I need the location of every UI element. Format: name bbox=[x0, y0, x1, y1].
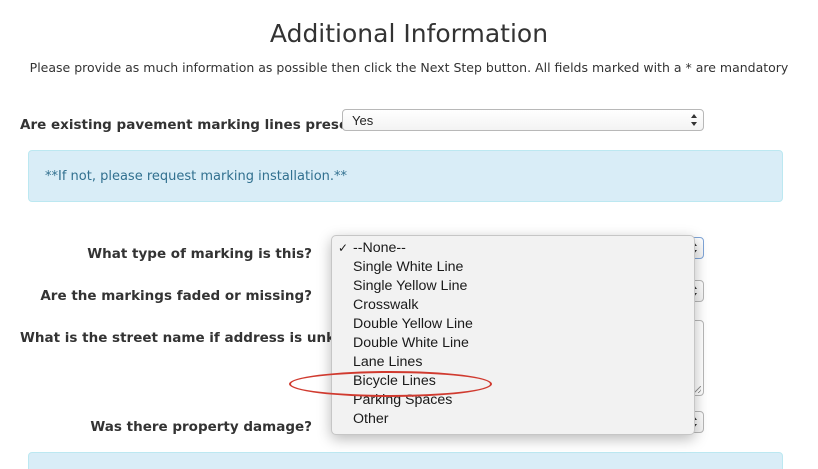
dropdown-option-double-yellow-line[interactable]: Double Yellow Line bbox=[332, 315, 694, 334]
dropdown-option-single-white-line[interactable]: Single White Line bbox=[332, 258, 694, 277]
lines-present-select[interactable]: Yes bbox=[342, 109, 704, 131]
street-name-label: What is the street name if address is un… bbox=[20, 330, 384, 346]
select-arrows-icon bbox=[691, 113, 697, 127]
checkmark-icon: ✓ bbox=[338, 241, 349, 255]
marking-type-label: What type of marking is this? bbox=[87, 246, 312, 262]
property-damage-label: Was there property damage? bbox=[90, 419, 312, 435]
lines-present-label: Are existing pavement marking lines pres… bbox=[20, 117, 372, 133]
info-alert-text: **If not, please request marking install… bbox=[45, 169, 348, 184]
dropdown-option-parking-spaces[interactable]: Parking Spaces bbox=[332, 391, 694, 410]
info-alert: **If not, please request marking install… bbox=[28, 150, 783, 202]
bottom-info-alert bbox=[28, 452, 783, 469]
dropdown-option-single-yellow-line[interactable]: Single Yellow Line bbox=[332, 277, 694, 296]
dropdown-option-lane-lines[interactable]: Lane Lines bbox=[332, 353, 694, 372]
marking-type-dropdown-menu[interactable]: ✓ --None-- Single White Line Single Yell… bbox=[331, 235, 695, 435]
faded-missing-label: Are the markings faded or missing? bbox=[40, 288, 312, 304]
dropdown-option-none[interactable]: ✓ --None-- bbox=[332, 239, 694, 258]
dropdown-option-other[interactable]: Other bbox=[332, 410, 694, 429]
dropdown-option-bicycle-lines[interactable]: Bicycle Lines bbox=[332, 372, 694, 391]
resize-grip-icon[interactable] bbox=[694, 386, 701, 393]
lines-present-value: Yes bbox=[352, 113, 374, 128]
dropdown-option-label: --None-- bbox=[353, 240, 406, 256]
instructions-text: Please provide as much information as po… bbox=[29, 60, 789, 75]
dropdown-option-crosswalk[interactable]: Crosswalk bbox=[332, 296, 694, 315]
dropdown-option-double-white-line[interactable]: Double White Line bbox=[332, 334, 694, 353]
page-title: Additional Information bbox=[269, 19, 549, 48]
